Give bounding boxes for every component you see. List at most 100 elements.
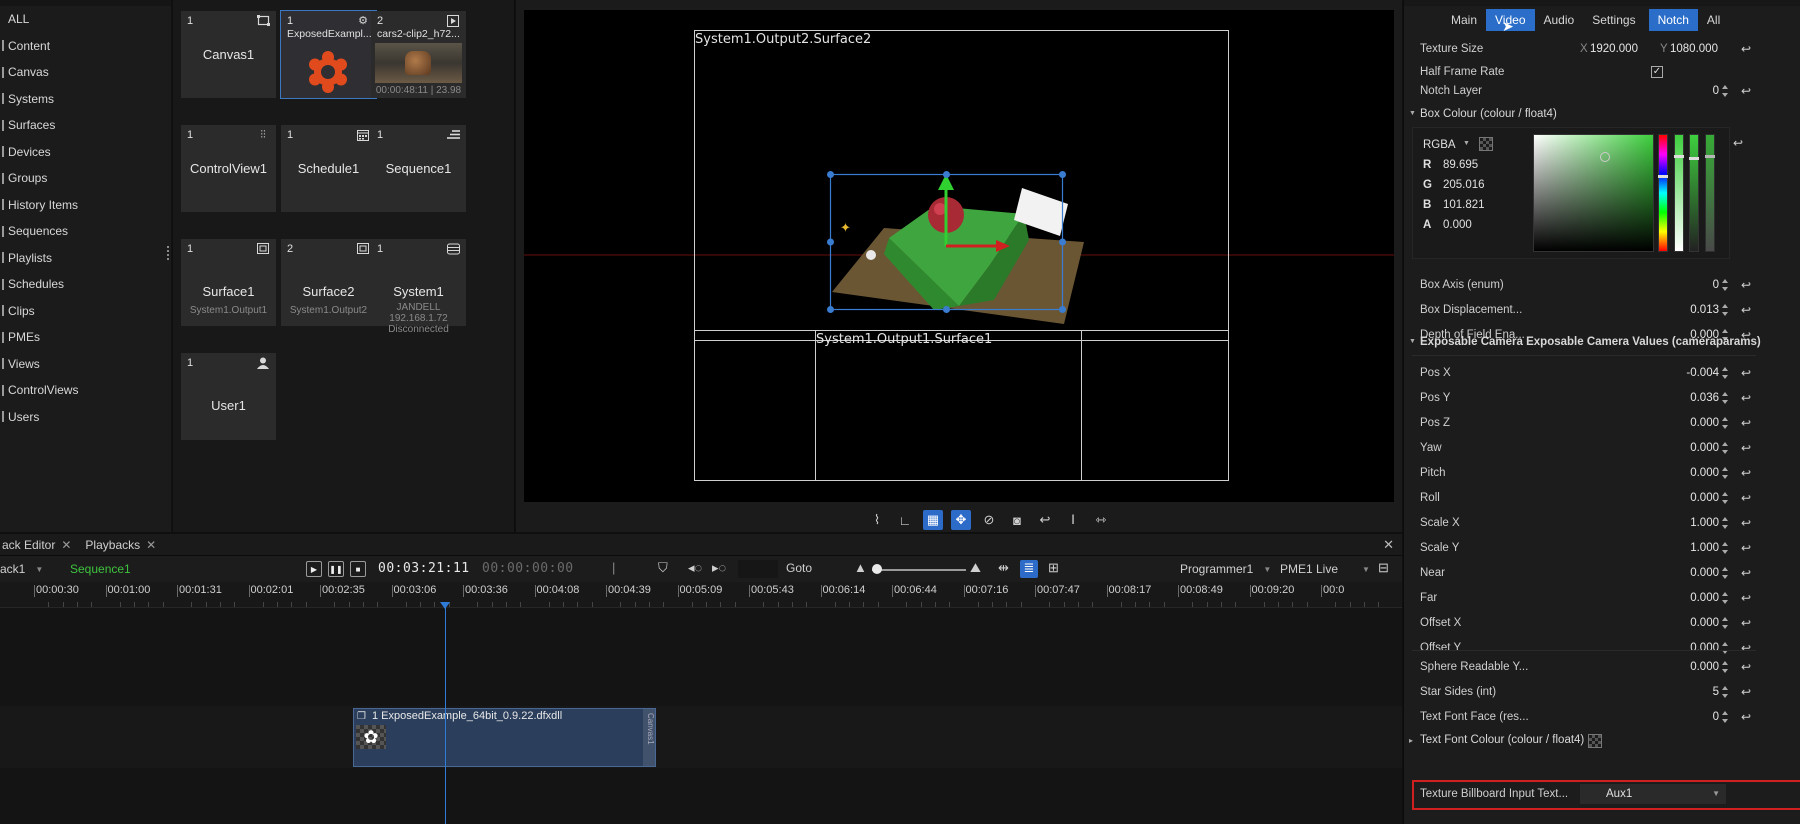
- tab-settings[interactable]: Settings: [1583, 9, 1644, 31]
- spinner-arrows[interactable]: [1722, 84, 1729, 98]
- spinner-arrows[interactable]: [1722, 641, 1729, 655]
- reset-icon[interactable]: ↩: [1741, 541, 1751, 555]
- spinner-arrows[interactable]: [1722, 591, 1729, 605]
- transparency-swatch[interactable]: [1479, 137, 1493, 151]
- next-cue-icon[interactable]: ▸◌: [712, 560, 726, 576]
- reset-icon[interactable]: ↩: [1741, 491, 1751, 505]
- property-value[interactable]: 0.000: [1690, 442, 1719, 454]
- track-select[interactable]: ack1 ▼: [0, 560, 60, 578]
- tab-audio[interactable]: Audio: [1535, 9, 1584, 31]
- transparency-swatch[interactable]: [1588, 734, 1602, 748]
- tile-exposed-example[interactable]: 1 ⚙ ExposedExampl...: [280, 10, 377, 99]
- reset-icon[interactable]: ↩: [1741, 441, 1751, 455]
- reset-icon[interactable]: ↩: [1741, 366, 1751, 380]
- hue-slider[interactable]: [1658, 134, 1668, 252]
- saturation-slider[interactable]: [1674, 134, 1684, 252]
- reset-icon[interactable]: ↩: [1741, 591, 1751, 605]
- property-value[interactable]: 0.036: [1690, 392, 1719, 404]
- property-value[interactable]: 1.000: [1690, 542, 1719, 554]
- spinner-arrows[interactable]: [1722, 616, 1729, 630]
- tracks-view-icon[interactable]: ≣: [1020, 560, 1038, 578]
- property-value[interactable]: 1.000: [1690, 517, 1719, 529]
- add-track-icon[interactable]: ⊞: [1048, 560, 1059, 576]
- sidebar-item-schedules[interactable]: Schedules: [0, 271, 171, 298]
- property-value[interactable]: 5: [1713, 686, 1719, 698]
- spinner-arrows[interactable]: [1722, 441, 1729, 455]
- stop-button[interactable]: ■: [350, 561, 366, 577]
- color-picker-handle[interactable]: [1600, 152, 1610, 162]
- red-value[interactable]: 89.695: [1443, 159, 1478, 171]
- reset-icon[interactable]: ↩: [1741, 616, 1751, 630]
- sidebar-item-clips[interactable]: Clips: [0, 298, 171, 325]
- reset-icon[interactable]: ↩: [1741, 685, 1751, 699]
- half-frame-rate-checkbox[interactable]: ✓: [1651, 66, 1663, 78]
- property-value[interactable]: 0: [1713, 85, 1719, 97]
- brightness-slider[interactable]: [1689, 134, 1699, 252]
- spinner-arrows[interactable]: [1722, 566, 1729, 580]
- property-value[interactable]: 0.000: [1690, 642, 1719, 654]
- track-row[interactable]: [0, 706, 1402, 768]
- tile-surface1[interactable]: 1 Surface1 System1.Output1: [181, 239, 276, 326]
- sidebar-item-devices[interactable]: Devices: [0, 139, 171, 166]
- tab-main[interactable]: Main: [1442, 9, 1486, 31]
- reset-icon[interactable]: ↩: [1741, 660, 1751, 674]
- sidebar-item-views[interactable]: Views: [0, 351, 171, 378]
- track-area[interactable]: ❐ 1 ExposedExample_64bit_0.9.22.dfxdll ✿…: [0, 608, 1402, 802]
- playhead-handle[interactable]: [440, 602, 450, 609]
- reset-icon[interactable]: ↩: [1741, 641, 1751, 655]
- spinner-arrows[interactable]: [1722, 391, 1729, 405]
- saturation-value-area[interactable]: [1533, 134, 1654, 252]
- sidebar-item-canvas[interactable]: Canvas: [0, 59, 171, 86]
- spinner-arrows[interactable]: [1722, 541, 1729, 555]
- reset-icon[interactable]: ↩: [1741, 84, 1751, 98]
- tile-canvas1[interactable]: 1 Canvas1: [181, 11, 276, 98]
- reset-icon[interactable]: ↩: [1741, 516, 1751, 530]
- green-value[interactable]: 205.016: [1443, 179, 1485, 191]
- tile-sequence1[interactable]: 1 Sequence1: [371, 125, 466, 212]
- zoom-in-icon[interactable]: ⛰: [970, 560, 981, 576]
- sidebar-item-users[interactable]: Users: [0, 404, 171, 431]
- camera-move-icon[interactable]: ✥: [951, 510, 971, 530]
- sidebar-item-sequences[interactable]: Sequences: [0, 218, 171, 245]
- alpha-slider[interactable]: [1705, 134, 1715, 252]
- spinner-arrows[interactable]: [1722, 466, 1729, 480]
- spinner-arrows[interactable]: [1722, 660, 1729, 674]
- tab-all[interactable]: All: [1698, 9, 1729, 31]
- property-value[interactable]: 0.000: [1690, 617, 1719, 629]
- reset-icon[interactable]: ↩: [1741, 278, 1751, 292]
- text-font-colour-header[interactable]: ▸ Text Font Colour (colour / float4): [1404, 730, 1800, 752]
- pause-button[interactable]: ❚❚: [328, 561, 344, 577]
- reset-icon[interactable]: ↩: [1733, 136, 1743, 150]
- tile-schedule1[interactable]: 1 Schedule1: [281, 125, 376, 212]
- property-value[interactable]: 0.000: [1690, 492, 1719, 504]
- reset-icon[interactable]: ↩: [1741, 710, 1751, 724]
- timeline-clip[interactable]: ❐ 1 ExposedExample_64bit_0.9.22.dfxdll ✿…: [353, 708, 656, 767]
- target-timecode[interactable]: 00:00:00:00: [482, 561, 574, 576]
- tab-notch[interactable]: Notch: [1648, 9, 1698, 31]
- tile-controlview1[interactable]: 1 ⫶⫶ ControlView1: [181, 125, 276, 212]
- sidebar-item-surfaces[interactable]: Surfaces: [0, 112, 171, 139]
- close-icon[interactable]: ✕: [146, 538, 156, 552]
- sidebar-item-controlviews[interactable]: ControlViews: [0, 377, 171, 404]
- current-timecode[interactable]: 00:03:21:11: [378, 561, 470, 576]
- undo-icon[interactable]: ↩: [1035, 510, 1055, 530]
- tile-surface2[interactable]: 2 Surface2 System1.Output2: [281, 239, 376, 326]
- tab-track-editor[interactable]: ack Editor ✕: [0, 538, 83, 552]
- camera-header[interactable]: ▼ Exposable Camera Exposable Camera Valu…: [1404, 332, 1800, 354]
- reset-icon[interactable]: ↩: [1741, 416, 1751, 430]
- tile-user1[interactable]: 1 User1: [181, 353, 276, 440]
- spinner-arrows[interactable]: [1722, 416, 1729, 430]
- property-value[interactable]: 0.000: [1690, 661, 1719, 673]
- sidebar-item-playlists[interactable]: Playlists: [0, 245, 171, 272]
- sidebar-item-content[interactable]: Content: [0, 33, 171, 60]
- playhead[interactable]: [445, 602, 446, 824]
- tile-cars2-clip[interactable]: 2 cars2-clip2_h72... 00:00:48:11 | 23.98: [371, 11, 466, 98]
- property-value[interactable]: 0.013: [1690, 304, 1719, 316]
- property-value[interactable]: 0.000: [1690, 417, 1719, 429]
- reset-icon[interactable]: ↩: [1741, 391, 1751, 405]
- property-value[interactable]: -0.004: [1686, 367, 1719, 379]
- billboard-input-select[interactable]: Aux1 ▼: [1580, 784, 1726, 804]
- reset-icon[interactable]: ↩: [1741, 42, 1751, 56]
- spinner-arrows[interactable]: [1722, 710, 1729, 724]
- sidebar-item-pmes[interactable]: PMEs: [0, 324, 171, 351]
